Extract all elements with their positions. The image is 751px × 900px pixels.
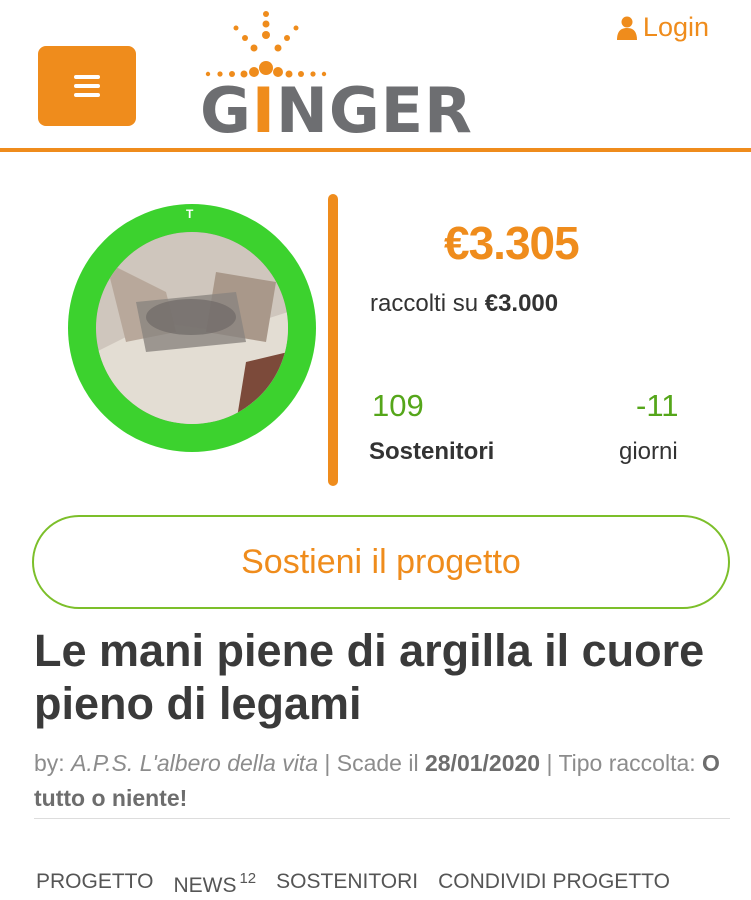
tab-condividi[interactable]: CONDIVIDI PROGETTO	[438, 870, 670, 898]
campaign-stats: T €3.305 raccolti su €3.000 109 Sostenit…	[0, 156, 751, 506]
news-count-badge: 12	[239, 870, 257, 887]
hands-clay-image	[96, 232, 288, 424]
project-title: Le mani piene di argilla il cuore pieno …	[34, 625, 705, 729]
amount-raised: €3.305	[444, 217, 580, 269]
days-remaining: -11	[636, 388, 679, 423]
project-tabs: PROGETTO NEWS 12 SOSTENITORI CONDIVIDI PR…	[36, 870, 670, 898]
support-project-button[interactable]: Sostieni il progetto	[32, 515, 730, 609]
user-icon	[616, 16, 637, 40]
tab-news[interactable]: NEWS 12	[173, 870, 256, 898]
project-meta: by: A.P.S. L'albero della vita | Scade i…	[34, 746, 724, 816]
supporters-label: Sostenitori	[369, 438, 495, 465]
ginger-logo[interactable]: GINGER	[196, 10, 486, 146]
tab-sostenitori[interactable]: SOSTENITORI	[276, 870, 418, 898]
by-label: by:	[34, 750, 65, 776]
raised-prefix: raccolti su	[370, 290, 479, 317]
goal-amount: €3.000	[484, 290, 559, 317]
hamburger-menu-button[interactable]	[38, 46, 136, 126]
days-label: giorni	[619, 438, 678, 465]
tab-progetto[interactable]: PROGETTO	[36, 870, 153, 898]
author-link[interactable]: A.P.S. L'albero della vita	[71, 750, 318, 776]
meta-divider	[34, 818, 730, 819]
logo-wordmark: GINGER	[200, 74, 473, 147]
site-header: GINGER Login	[0, 0, 751, 152]
menu-icon-bar	[74, 75, 100, 79]
deadline-label: Scade il	[336, 750, 419, 776]
menu-icon-bar	[74, 84, 100, 88]
login-link[interactable]: Login	[616, 12, 709, 43]
ring-marker-icon: T	[186, 207, 194, 221]
raised-of-goal: raccolti su €3.000	[370, 290, 558, 318]
meta-separator: |	[324, 750, 331, 776]
progress-ring: T	[68, 204, 316, 452]
login-label: Login	[642, 12, 709, 42]
supporters-count: 109	[372, 388, 424, 423]
meta-separator: |	[546, 750, 553, 776]
menu-icon-bar	[74, 93, 100, 97]
stats-divider	[328, 194, 338, 486]
type-label: Tipo raccolta:	[558, 750, 696, 776]
tab-news-label: NEWS	[173, 874, 237, 897]
project-photo	[96, 232, 288, 424]
deadline-date: 28/01/2020	[424, 750, 541, 776]
logo-letter-i: I	[251, 74, 276, 147]
